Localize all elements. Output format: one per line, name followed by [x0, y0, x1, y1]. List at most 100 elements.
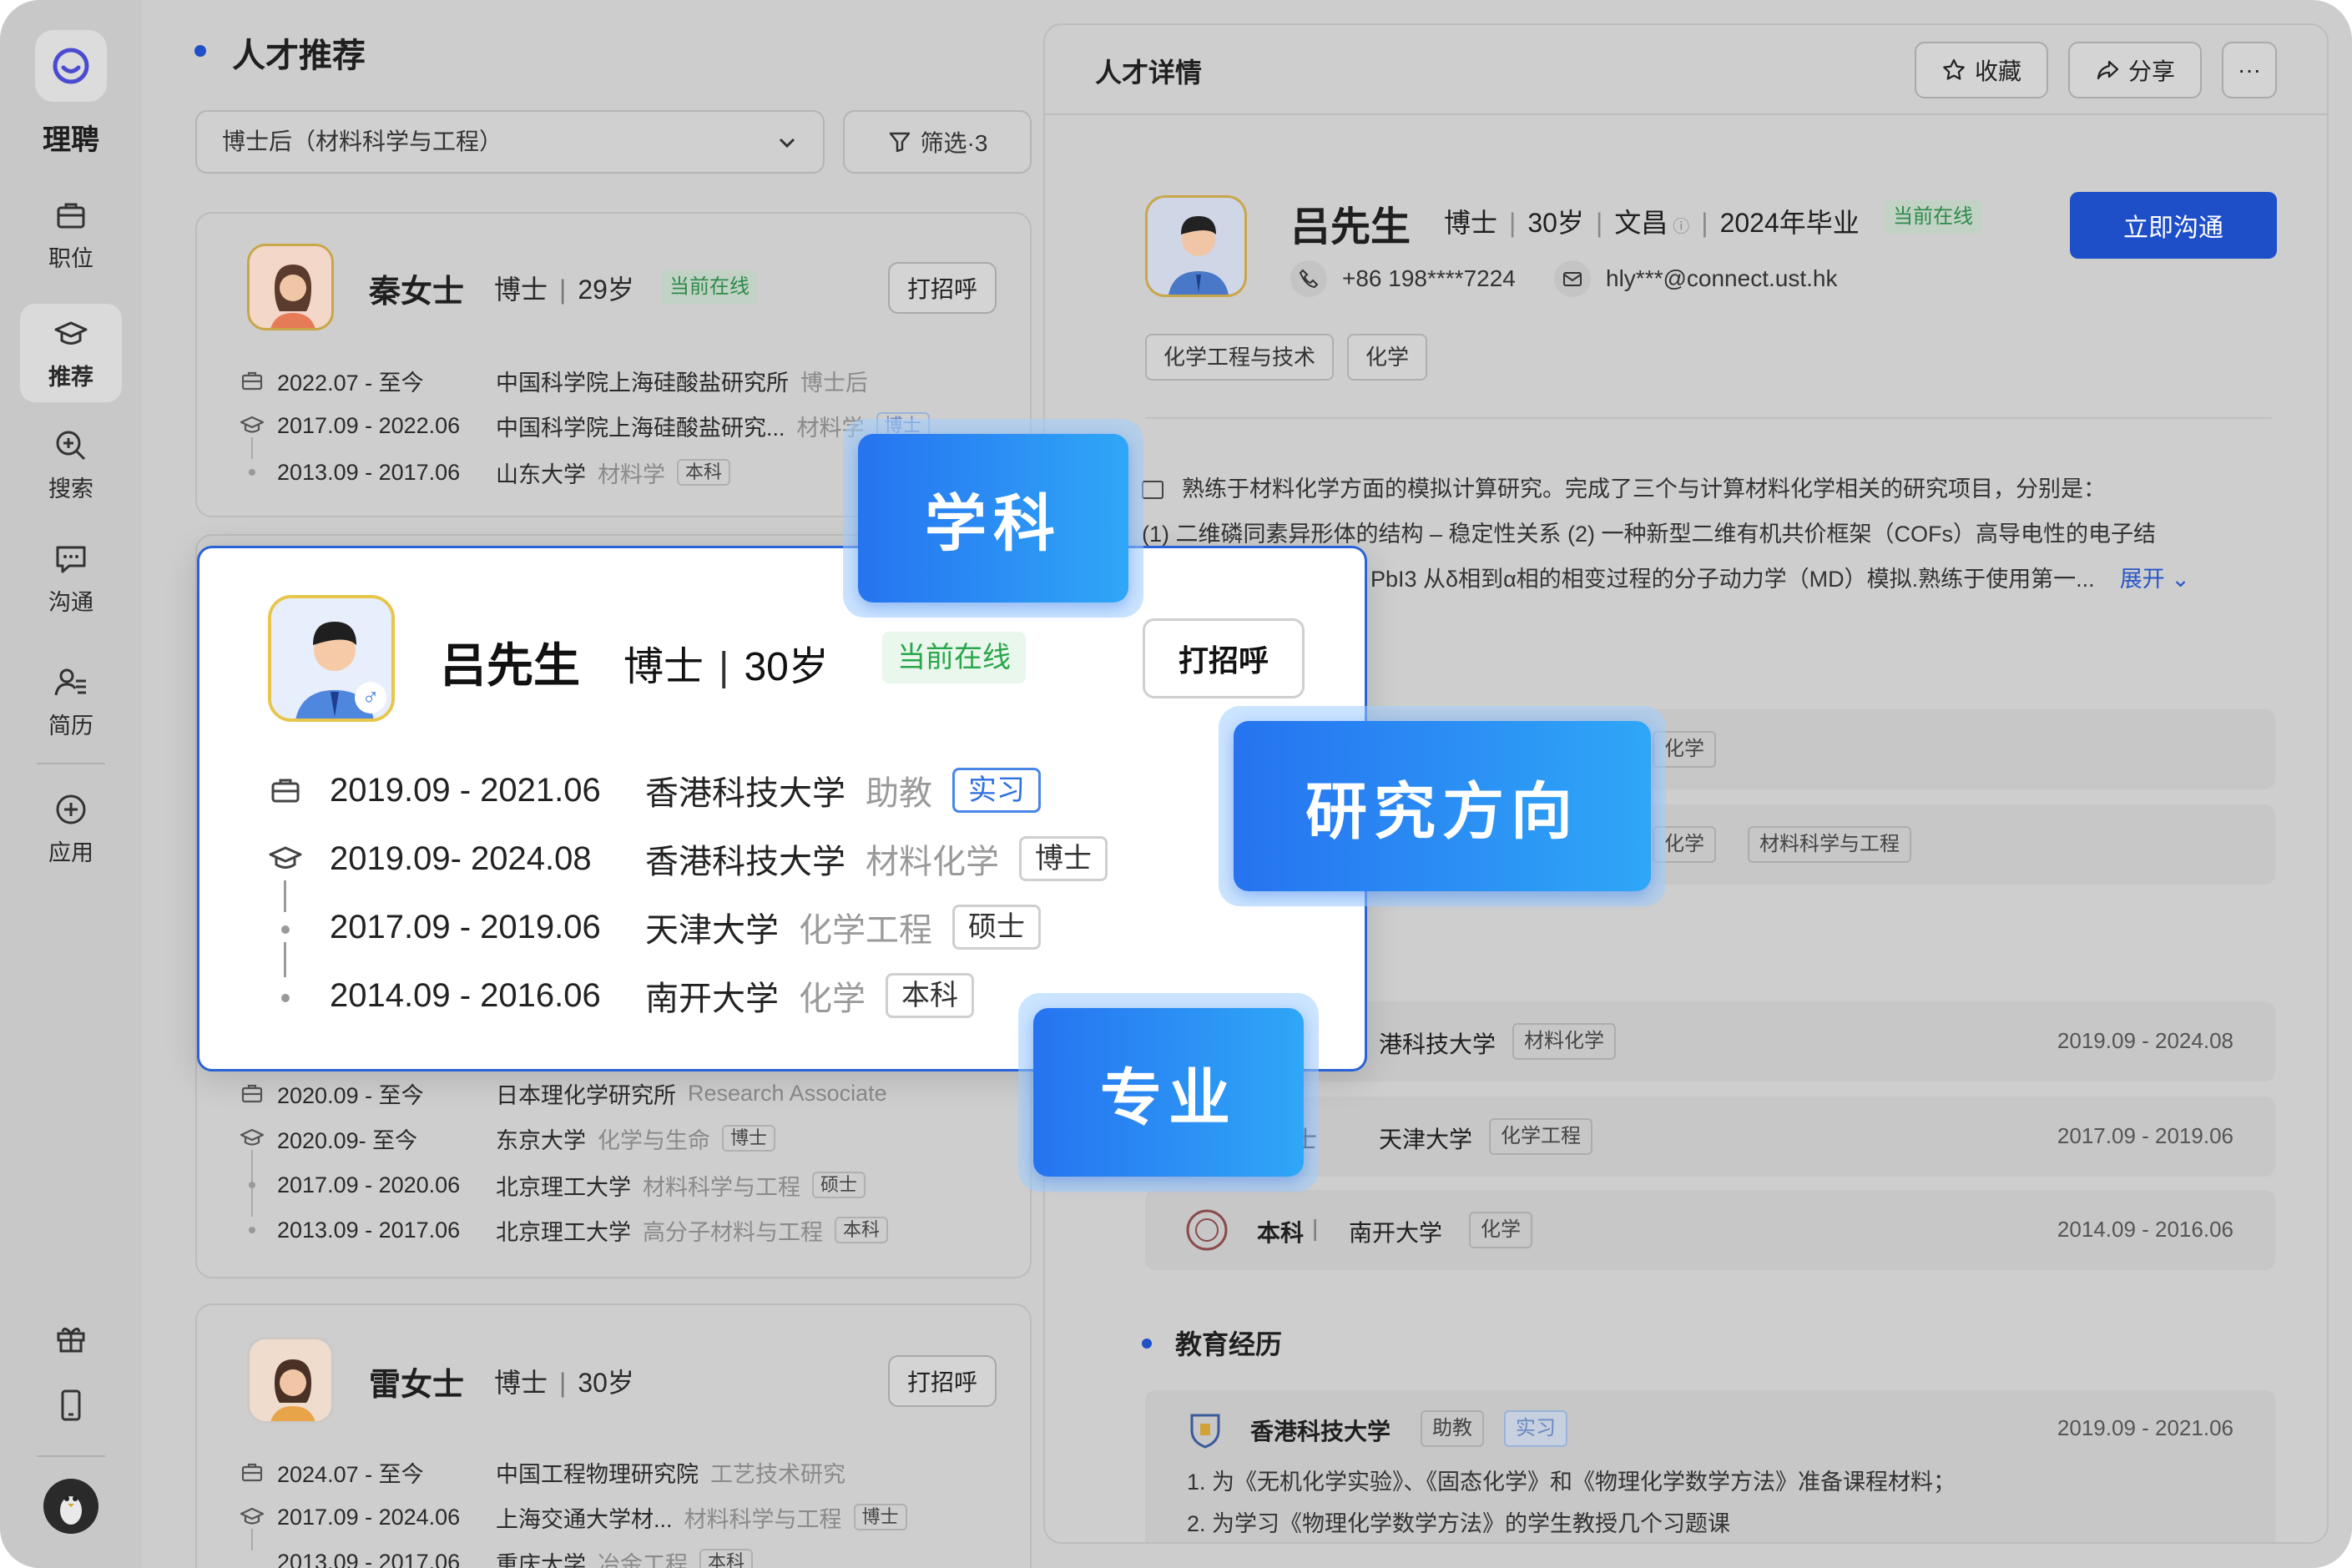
- callout-major: 专业: [1018, 993, 1319, 1192]
- male-gender-icon: ♂: [355, 682, 386, 713]
- chat-icon: [56, 546, 86, 572]
- section-title: 教育经历: [1175, 1329, 1283, 1359]
- brand-name: 理聘: [43, 124, 99, 156]
- candidate-meta: 博士 | 30岁: [623, 645, 829, 689]
- summary-line: PbI3 从δ相到α相的相变过程的分子动力学（MD）模拟.熟练于使用第一... 展…: [1370, 567, 2190, 592]
- work-row: 2022.07 - 至今 中国科学院上海硅酸盐研究所 博士后: [239, 364, 880, 397]
- experience-card: 香港科技大学 助教 实习 2019.09 - 2021.06 1. 为《无机化学…: [1145, 1390, 2275, 1542]
- position-select-value: 博士后（材料科学与工程）: [222, 129, 503, 154]
- expand-link[interactable]: 展开 ⌄: [2120, 567, 2190, 592]
- candidate-meta: 博士 | 30岁: [494, 1368, 634, 1398]
- online-badge: 当前在线: [882, 632, 1026, 683]
- plus-circle-icon: [56, 794, 86, 824]
- briefcase-icon: [241, 1463, 263, 1482]
- filter-button[interactable]: 筛选·3: [843, 110, 1032, 174]
- nav-label: 沟通: [48, 589, 93, 615]
- candidate-degree: 博士: [494, 275, 548, 305]
- candidate-meta: 博士 | 29岁: [494, 275, 634, 305]
- female-avatar-icon: [250, 1339, 331, 1421]
- filter-icon: [889, 132, 910, 153]
- phone-contact[interactable]: +86 198****7224: [1290, 260, 1516, 297]
- mail-icon: [1554, 260, 1591, 297]
- work-row: 2019.09 - 2021.06 香港科技大学 助教 实习: [268, 765, 1041, 815]
- edu-row: 2014.09 - 2016.06 南开大学 化学 本科: [330, 971, 974, 1021]
- timeline-dot: [249, 1227, 255, 1233]
- candidate-name: 雷女士: [369, 1368, 465, 1403]
- candidate-avatar: [247, 1337, 334, 1424]
- nav-item-recommend[interactable]: 推荐: [20, 304, 122, 402]
- greet-button[interactable]: 打招呼: [888, 1355, 997, 1407]
- penguin-avatar-icon: [60, 1496, 82, 1525]
- user-avatar[interactable]: [43, 1479, 98, 1534]
- candidate-age: 29岁: [578, 275, 634, 305]
- timeline-line: [284, 942, 286, 977]
- timeline-line: [251, 437, 253, 459]
- work-row: 2020.09 - 至今 日本理化学研究所 Research Associate: [239, 1076, 899, 1110]
- candidate-avatar: [247, 244, 334, 330]
- info-icon[interactable]: ⓘ: [1673, 218, 1689, 236]
- edu-row: 2013.09 - 2017.06 重庆大学 冶金工程 本科: [277, 1545, 754, 1568]
- work-row: 2024.07 - 至今 中国工程物理研究院 工艺技术研究: [239, 1455, 857, 1489]
- nav-item-positions[interactable]: 职位: [20, 185, 122, 284]
- search-icon: [56, 431, 86, 460]
- edu-row: 2013.09 - 2017.06 山东大学 材料学 本科: [277, 456, 731, 489]
- nav-label: 简历: [48, 713, 93, 739]
- position-select[interactable]: 博士后（材料科学与工程）: [195, 110, 825, 174]
- page-title: 人才推荐: [232, 38, 366, 74]
- graduation-cap-icon: [240, 416, 265, 433]
- edu-row: 2013.09 - 2017.06 北京理工大学 高分子材料与工程 本科: [277, 1213, 889, 1247]
- online-badge: 当前在线: [661, 270, 758, 304]
- edu-row: 2020.09- 至今 东京大学 化学与生命 博士: [239, 1122, 776, 1155]
- favorite-button[interactable]: 收藏: [1915, 42, 2048, 98]
- brand-logo[interactable]: [35, 30, 107, 102]
- nav-divider: [37, 763, 105, 764]
- graduation-cap-icon: [240, 1128, 265, 1146]
- nav-item-resume[interactable]: 简历: [20, 653, 122, 751]
- nav-divider: [37, 1455, 105, 1457]
- greet-button[interactable]: 打招呼: [888, 262, 997, 314]
- nav-item-search[interactable]: 搜索: [20, 416, 122, 514]
- mobile-icon[interactable]: [53, 1387, 89, 1424]
- edu-row: 2017.09 - 2019.06 天津大学 化学工程 硕士: [330, 902, 1041, 952]
- subject-tag: 化学工程与技术: [1145, 334, 1335, 381]
- edu-row: 2019.09- 2024.08 香港科技大学 材料化学 博士: [268, 834, 1108, 884]
- chevron-down-icon: [779, 138, 795, 149]
- online-badge: 当前在线: [1885, 200, 1981, 234]
- greet-button[interactable]: 打招呼: [1143, 618, 1305, 698]
- email-contact[interactable]: hly***@connect.ust.hk: [1554, 260, 1837, 297]
- brand-logo-icon: [53, 48, 89, 84]
- talent-card[interactable]: 雷女士 博士 | 30岁 打招呼 2024.07 - 至今 中国工程物理研究院 工艺…: [195, 1303, 1032, 1568]
- candidate-avatar: ♂: [268, 595, 395, 722]
- callout-major-label: 专业: [1033, 1008, 1304, 1177]
- graduation-cap-icon: [240, 1507, 265, 1525]
- callout-direction-label: 研究方向: [1234, 721, 1651, 891]
- briefcase-icon: [241, 371, 263, 391]
- university-seal-icon: [1186, 1209, 1228, 1251]
- sidebar: 理聘 职位 推荐 搜索 沟通 简历 应用: [0, 0, 142, 1568]
- user-list-icon: [54, 668, 86, 695]
- divider: [1145, 417, 2272, 419]
- callout-research-direction: 研究方向: [1219, 706, 1666, 906]
- timeline-line: [284, 880, 286, 912]
- profile-icon: [1142, 481, 1163, 499]
- nav-item-chat[interactable]: 沟通: [20, 529, 122, 628]
- timeline-dot: [281, 925, 290, 934]
- candidate-name: 吕先生: [1290, 205, 1411, 250]
- start-chat-button[interactable]: 立即沟通: [2070, 192, 2277, 259]
- graduation-cap-icon: [54, 321, 88, 345]
- candidate-avatar: [1145, 195, 1247, 297]
- timeline-dot: [249, 1182, 255, 1188]
- app-window: 理聘 职位 推荐 搜索 沟通 简历 应用 人才推荐 博士后（材料科学与工程） 筛…: [0, 0, 2352, 1568]
- candidate-name: 吕先生: [440, 639, 580, 692]
- more-icon: ···: [2238, 57, 2261, 83]
- education-row: 本科 | 南开大学 化学 2014.09 - 2016.06: [1145, 1190, 2275, 1270]
- filter-label: 筛选·3: [920, 130, 988, 156]
- graduation-cap-icon: [269, 846, 302, 869]
- nav-label: 推荐: [48, 364, 93, 390]
- edu-row: 2017.09 - 2024.06 上海交通大学材... 材料科学与工程 博士: [239, 1500, 907, 1534]
- gift-icon[interactable]: [53, 1320, 89, 1357]
- share-button[interactable]: 分享: [2068, 42, 2202, 98]
- nav-item-apps[interactable]: 应用: [20, 779, 122, 878]
- more-button[interactable]: ···: [2222, 42, 2277, 98]
- timeline-dot: [281, 994, 290, 1002]
